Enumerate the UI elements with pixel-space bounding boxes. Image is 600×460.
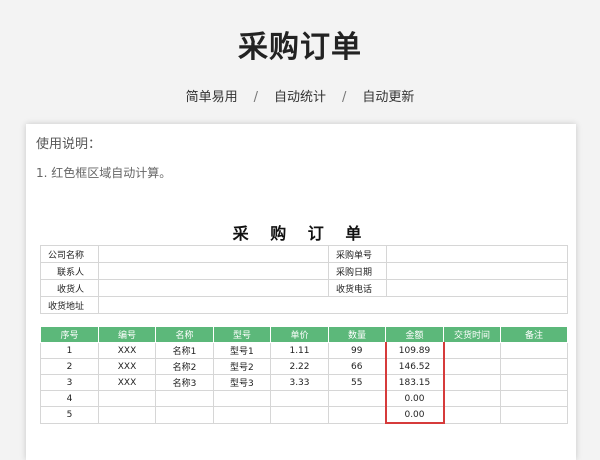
cell-code[interactable]: XXX xyxy=(98,374,156,391)
cell-price[interactable]: 2.22 xyxy=(270,358,329,375)
cell-code[interactable]: XXX xyxy=(98,342,156,359)
usage-note: 1. 红色框区域自动计算。 xyxy=(36,166,172,180)
page-title: 采购订单 xyxy=(238,30,362,65)
cell-index: 1 xyxy=(40,342,99,359)
cell-name[interactable] xyxy=(155,406,214,424)
cell-index: 5 xyxy=(40,406,99,424)
cell-amount: 109.89 xyxy=(384,342,445,359)
table-row: 5 0.00 xyxy=(40,406,568,424)
info-row: 联系人 采购日期 xyxy=(40,262,568,280)
cell-delivery[interactable] xyxy=(443,358,501,375)
separator: / xyxy=(253,90,258,105)
order-info-table: 公司名称 采购单号 联系人 采购日期 收货人 收货电话 收货地址 xyxy=(40,245,568,314)
cell-qty[interactable]: 55 xyxy=(328,374,386,391)
feature-subtitle: 简单易用 / 自动统计 / 自动更新 xyxy=(0,86,600,105)
col-header-index: 序号 xyxy=(40,326,99,343)
cell-name[interactable]: 名称2 xyxy=(155,358,214,375)
feature-easy: 简单易用 xyxy=(185,90,238,105)
cell-delivery[interactable] xyxy=(443,342,501,359)
cell-remark[interactable] xyxy=(500,406,568,424)
cell-amount: 183.15 xyxy=(384,374,445,391)
table-row: 3 XXX 名称3 型号3 3.33 55 183.15 xyxy=(40,374,568,391)
cell-delivery[interactable] xyxy=(443,390,501,407)
cell-remark[interactable] xyxy=(500,390,568,407)
cell-price[interactable] xyxy=(270,406,329,424)
cell-model[interactable] xyxy=(213,390,271,407)
col-header-amount: 金额 xyxy=(385,326,444,343)
receiver-value-cell[interactable] xyxy=(98,279,329,297)
info-row: 收货人 收货电话 xyxy=(40,279,568,297)
company-label: 公司名称 xyxy=(40,245,99,263)
contact-value-cell[interactable] xyxy=(98,262,329,280)
cell-name[interactable]: 名称3 xyxy=(155,374,214,391)
cell-code[interactable] xyxy=(98,406,156,424)
order-no-label: 采购单号 xyxy=(328,245,387,263)
order-date-label: 采购日期 xyxy=(328,262,387,280)
col-header-code: 编号 xyxy=(98,326,156,343)
address-value-cell[interactable] xyxy=(98,296,568,314)
address-label: 收货地址 xyxy=(40,296,99,314)
usage-title: 使用说明： xyxy=(36,137,102,152)
order-items-table: 序号 编号 名称 型号 单价 数量 金额 交货时间 备注 1 XXX 名称1 型… xyxy=(40,326,568,424)
table-row: 2 XXX 名称2 型号2 2.22 66 146.52 xyxy=(40,358,568,375)
cell-price[interactable] xyxy=(270,390,329,407)
contact-label: 联系人 xyxy=(40,262,99,280)
cell-delivery[interactable] xyxy=(443,406,501,424)
separator: / xyxy=(342,90,347,105)
cell-code[interactable] xyxy=(98,390,156,407)
cell-qty[interactable]: 66 xyxy=(328,358,386,375)
order-no-value-cell[interactable] xyxy=(386,245,568,263)
order-date-value-cell[interactable] xyxy=(386,262,568,280)
cell-amount: 146.52 xyxy=(384,358,445,375)
col-header-delivery: 交货时间 xyxy=(443,326,501,343)
table-row: 1 XXX 名称1 型号1 1.11 99 109.89 xyxy=(40,342,568,359)
table-row: 4 0.00 xyxy=(40,390,568,407)
cell-model[interactable]: 型号1 xyxy=(213,342,271,359)
info-row: 公司名称 采购单号 xyxy=(40,245,568,263)
cell-index: 4 xyxy=(40,390,99,407)
cell-delivery[interactable] xyxy=(443,374,501,391)
form-title: 采 购 订 单 xyxy=(232,224,370,243)
cell-price[interactable]: 3.33 xyxy=(270,374,329,391)
cell-name[interactable] xyxy=(155,390,214,407)
spreadsheet-preview: 使用说明： 1. 红色框区域自动计算。 采 购 订 单 公司名称 采购单号 联系… xyxy=(26,124,576,460)
cell-price[interactable]: 1.11 xyxy=(270,342,329,359)
company-value-cell[interactable] xyxy=(98,245,329,263)
cell-name[interactable]: 名称1 xyxy=(155,342,214,359)
receiver-label: 收货人 xyxy=(40,279,99,297)
cell-model[interactable]: 型号3 xyxy=(213,374,271,391)
col-header-price: 单价 xyxy=(270,326,329,343)
cell-amount: 0.00 xyxy=(384,390,445,407)
feature-auto-stats: 自动统计 xyxy=(273,90,326,105)
cell-amount: 0.00 xyxy=(384,406,445,424)
feature-auto-update: 自动更新 xyxy=(362,90,415,105)
phone-value-cell[interactable] xyxy=(386,279,568,297)
cell-index: 3 xyxy=(40,374,99,391)
cell-model[interactable]: 型号2 xyxy=(213,358,271,375)
info-row: 收货地址 xyxy=(40,296,568,314)
cell-qty[interactable] xyxy=(328,390,386,407)
cell-remark[interactable] xyxy=(500,374,568,391)
col-header-remark: 备注 xyxy=(500,326,568,343)
col-header-qty: 数量 xyxy=(328,326,386,343)
cell-model[interactable] xyxy=(213,406,271,424)
cell-qty[interactable] xyxy=(328,406,386,424)
cell-qty[interactable]: 99 xyxy=(328,342,386,359)
col-header-model: 型号 xyxy=(213,326,271,343)
cell-remark[interactable] xyxy=(500,358,568,375)
cell-code[interactable]: XXX xyxy=(98,358,156,375)
cell-index: 2 xyxy=(40,358,99,375)
phone-label: 收货电话 xyxy=(328,279,387,297)
header-row: 序号 编号 名称 型号 单价 数量 金额 交货时间 备注 xyxy=(40,326,568,343)
col-header-name: 名称 xyxy=(155,326,214,343)
cell-remark[interactable] xyxy=(500,342,568,359)
